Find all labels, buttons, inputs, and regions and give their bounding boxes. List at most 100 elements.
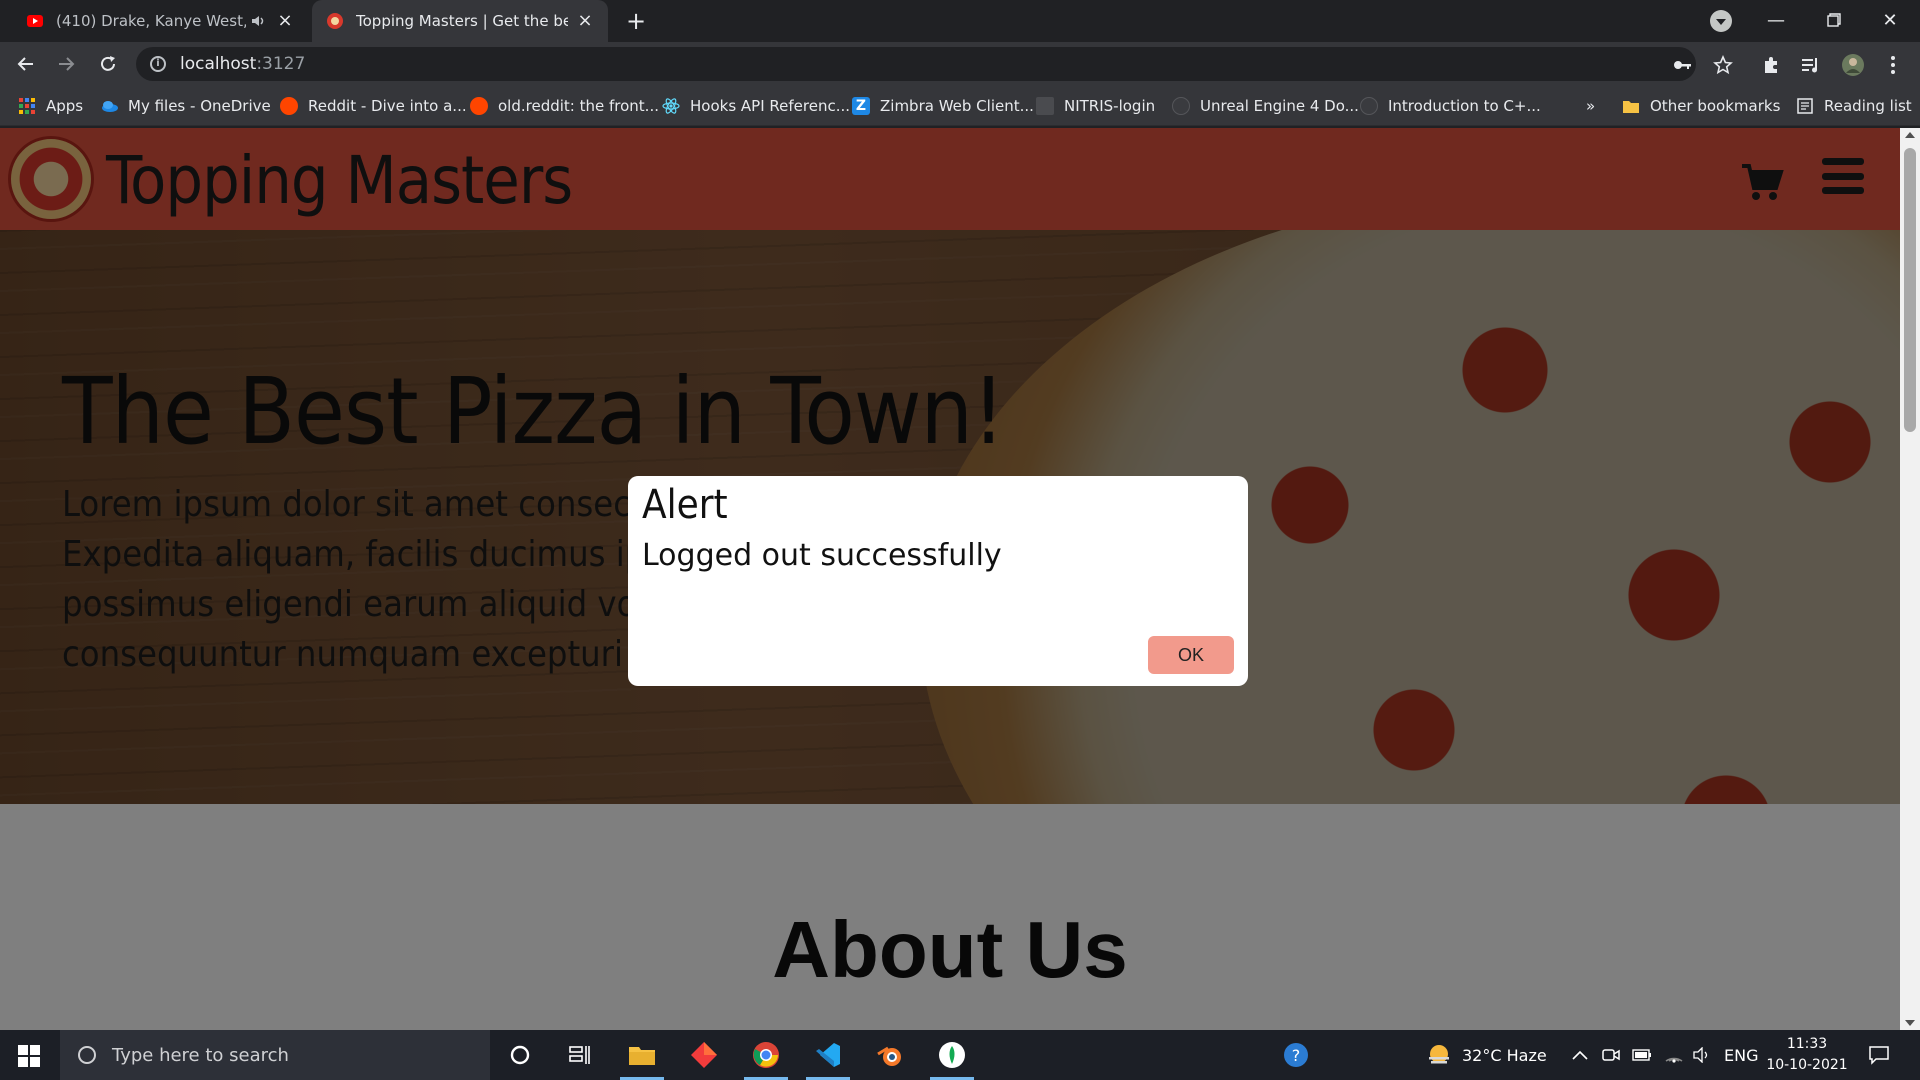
- windows-taskbar: Type here to search ? 32°C Haze ENG 11:3…: [0, 1030, 1920, 1080]
- wifi-icon[interactable]: [1664, 1030, 1684, 1080]
- tab-title: Topping Masters | Get the best pi: [356, 12, 568, 30]
- weather-text: 32°C Haze: [1462, 1045, 1547, 1065]
- onedrive-icon: [102, 101, 118, 112]
- close-tab-icon[interactable]: ×: [276, 12, 294, 30]
- taskbar-search-box[interactable]: Type here to search: [60, 1030, 490, 1080]
- site-info-icon[interactable]: i: [150, 56, 166, 72]
- alert-message: Logged out successfully: [642, 538, 1002, 573]
- bookmark-label: My files - OneDrive: [128, 97, 271, 115]
- address-bar[interactable]: i localhost:3127: [136, 47, 1696, 81]
- pizza-icon: [327, 13, 343, 29]
- url-host: localhost: [180, 54, 257, 74]
- bookmark-old-reddit[interactable]: old.reddit: the front...: [470, 94, 659, 118]
- bookmark-reddit[interactable]: Reddit - Dive into a...: [280, 94, 467, 118]
- bookmark-zimbra[interactable]: Z Zimbra Web Client...: [852, 94, 1034, 118]
- minimize-icon[interactable]: —: [1752, 0, 1800, 40]
- bookmark-label: Introduction to C+...: [1388, 97, 1541, 115]
- zimbra-icon: Z: [852, 97, 870, 115]
- svg-text:?: ?: [1292, 1046, 1301, 1065]
- scroll-up-icon[interactable]: [1905, 132, 1915, 138]
- alert-title: Alert: [642, 482, 728, 528]
- overflow-chevron: »: [1586, 97, 1596, 115]
- cortana-icon[interactable]: [490, 1030, 550, 1080]
- tab-search-icon[interactable]: [1710, 10, 1732, 32]
- tab-youtube[interactable]: (410) Drake, Kanye West, Lil W ×: [12, 0, 308, 42]
- blender-icon[interactable]: [860, 1030, 920, 1080]
- profile-avatar[interactable]: [1842, 54, 1864, 76]
- task-view-icon[interactable]: [550, 1030, 610, 1080]
- bookmark-cpp-intro[interactable]: Introduction to C+...: [1360, 94, 1541, 118]
- youtube-icon: [27, 15, 43, 27]
- folder-icon: [1623, 101, 1639, 113]
- chrome-taskbar-icon[interactable]: [736, 1030, 796, 1080]
- weather-widget[interactable]: 32°C Haze: [1426, 1030, 1547, 1080]
- alert-dialog: Alert Logged out successfully OK: [628, 476, 1248, 686]
- bookmark-label: Zimbra Web Client...: [880, 97, 1034, 115]
- reddit-icon: [280, 97, 298, 115]
- tab-strip: (410) Drake, Kanye West, Lil W × Topping…: [0, 0, 1920, 42]
- scrollbar-thumb[interactable]: [1904, 148, 1916, 432]
- language-indicator[interactable]: ENG: [1724, 1030, 1758, 1080]
- show-hidden-icons[interactable]: [1572, 1030, 1588, 1080]
- clock-date: 10-10-2021: [1766, 1057, 1848, 1073]
- close-window-icon[interactable]: ✕: [1866, 0, 1914, 40]
- new-tab-button[interactable]: +: [622, 8, 650, 36]
- file-explorer-icon[interactable]: [612, 1030, 672, 1080]
- bookmarks-bar: Apps My files - OneDrive Reddit - Dive i…: [0, 86, 1920, 126]
- restore-icon[interactable]: [1810, 0, 1858, 40]
- notifications-icon[interactable]: [1868, 1030, 1890, 1080]
- bookmark-nitris[interactable]: NITRIS-login: [1036, 94, 1155, 118]
- bookmark-label: Other bookmarks: [1650, 97, 1781, 115]
- unreal-icon: [1172, 97, 1190, 115]
- reading-list-button[interactable]: Reading list: [1796, 94, 1912, 118]
- other-bookmarks-folder[interactable]: Other bookmarks: [1622, 94, 1780, 118]
- git-app-icon[interactable]: [674, 1030, 734, 1080]
- volume-icon[interactable]: [1692, 1030, 1712, 1080]
- bookmark-label: Unreal Engine 4 Do...: [1200, 97, 1359, 115]
- bookmark-label: NITRIS-login: [1064, 97, 1156, 115]
- battery-icon[interactable]: [1632, 1030, 1652, 1080]
- bookmark-apps[interactable]: Apps: [18, 94, 83, 118]
- bookmark-label: old.reddit: the front...: [498, 97, 659, 115]
- scroll-down-icon[interactable]: [1905, 1020, 1915, 1026]
- forward-icon[interactable]: [52, 50, 80, 78]
- media-control-icon[interactable]: [1800, 54, 1822, 76]
- bookmark-label: Reading list: [1824, 97, 1912, 115]
- bookmark-star-icon[interactable]: [1712, 54, 1734, 76]
- mongodb-compass-icon[interactable]: [922, 1030, 982, 1080]
- meet-now-icon[interactable]: [1602, 1030, 1620, 1080]
- close-tab-icon[interactable]: ×: [576, 12, 594, 30]
- reddit-icon: [470, 97, 488, 115]
- bookmark-label: Apps: [46, 97, 84, 115]
- page-viewport: Topping Masters The Best Pizza in Town! …: [0, 128, 1900, 1030]
- url-port: :3127: [256, 54, 306, 74]
- bookmark-label: Reddit - Dive into a...: [308, 97, 467, 115]
- bookmark-onedrive[interactable]: My files - OneDrive: [100, 94, 271, 118]
- windows-start-icon[interactable]: [18, 1045, 40, 1067]
- chrome-menu-icon[interactable]: [1882, 54, 1904, 76]
- browser-toolbar: i localhost:3127: [0, 42, 1920, 86]
- taskbar-clock[interactable]: 11:33 10-10-2021: [1762, 1034, 1852, 1076]
- weather-haze-icon: [1429, 1045, 1449, 1064]
- tab-topping-masters[interactable]: Topping Masters | Get the best pi ×: [312, 0, 608, 42]
- modal-overlay[interactable]: Alert Logged out successfully OK: [0, 128, 1900, 1030]
- apps-grid-icon: [19, 98, 35, 114]
- back-icon[interactable]: [12, 50, 40, 78]
- search-icon: [78, 1046, 96, 1064]
- extensions-icon[interactable]: [1760, 54, 1782, 76]
- tab-title: (410) Drake, Kanye West, Lil W: [56, 12, 246, 30]
- bookmark-label: Hooks API Referenc...: [690, 97, 851, 115]
- help-icon[interactable]: ?: [1266, 1030, 1326, 1080]
- bookmark-hooks-api[interactable]: Hooks API Referenc...: [662, 94, 850, 118]
- page-scrollbar[interactable]: [1900, 128, 1920, 1030]
- vscode-icon[interactable]: [798, 1030, 858, 1080]
- reading-list-icon: [1797, 98, 1813, 114]
- speaker-icon[interactable]: [250, 12, 268, 30]
- key-icon[interactable]: [1672, 54, 1694, 76]
- reload-icon[interactable]: [94, 50, 122, 78]
- bookmark-unreal[interactable]: Unreal Engine 4 Do...: [1172, 94, 1359, 118]
- ok-button[interactable]: OK: [1148, 636, 1234, 674]
- bookmarks-overflow-button[interactable]: »: [1586, 94, 1595, 118]
- search-placeholder: Type here to search: [112, 1044, 289, 1066]
- language-text: ENG: [1724, 1045, 1759, 1065]
